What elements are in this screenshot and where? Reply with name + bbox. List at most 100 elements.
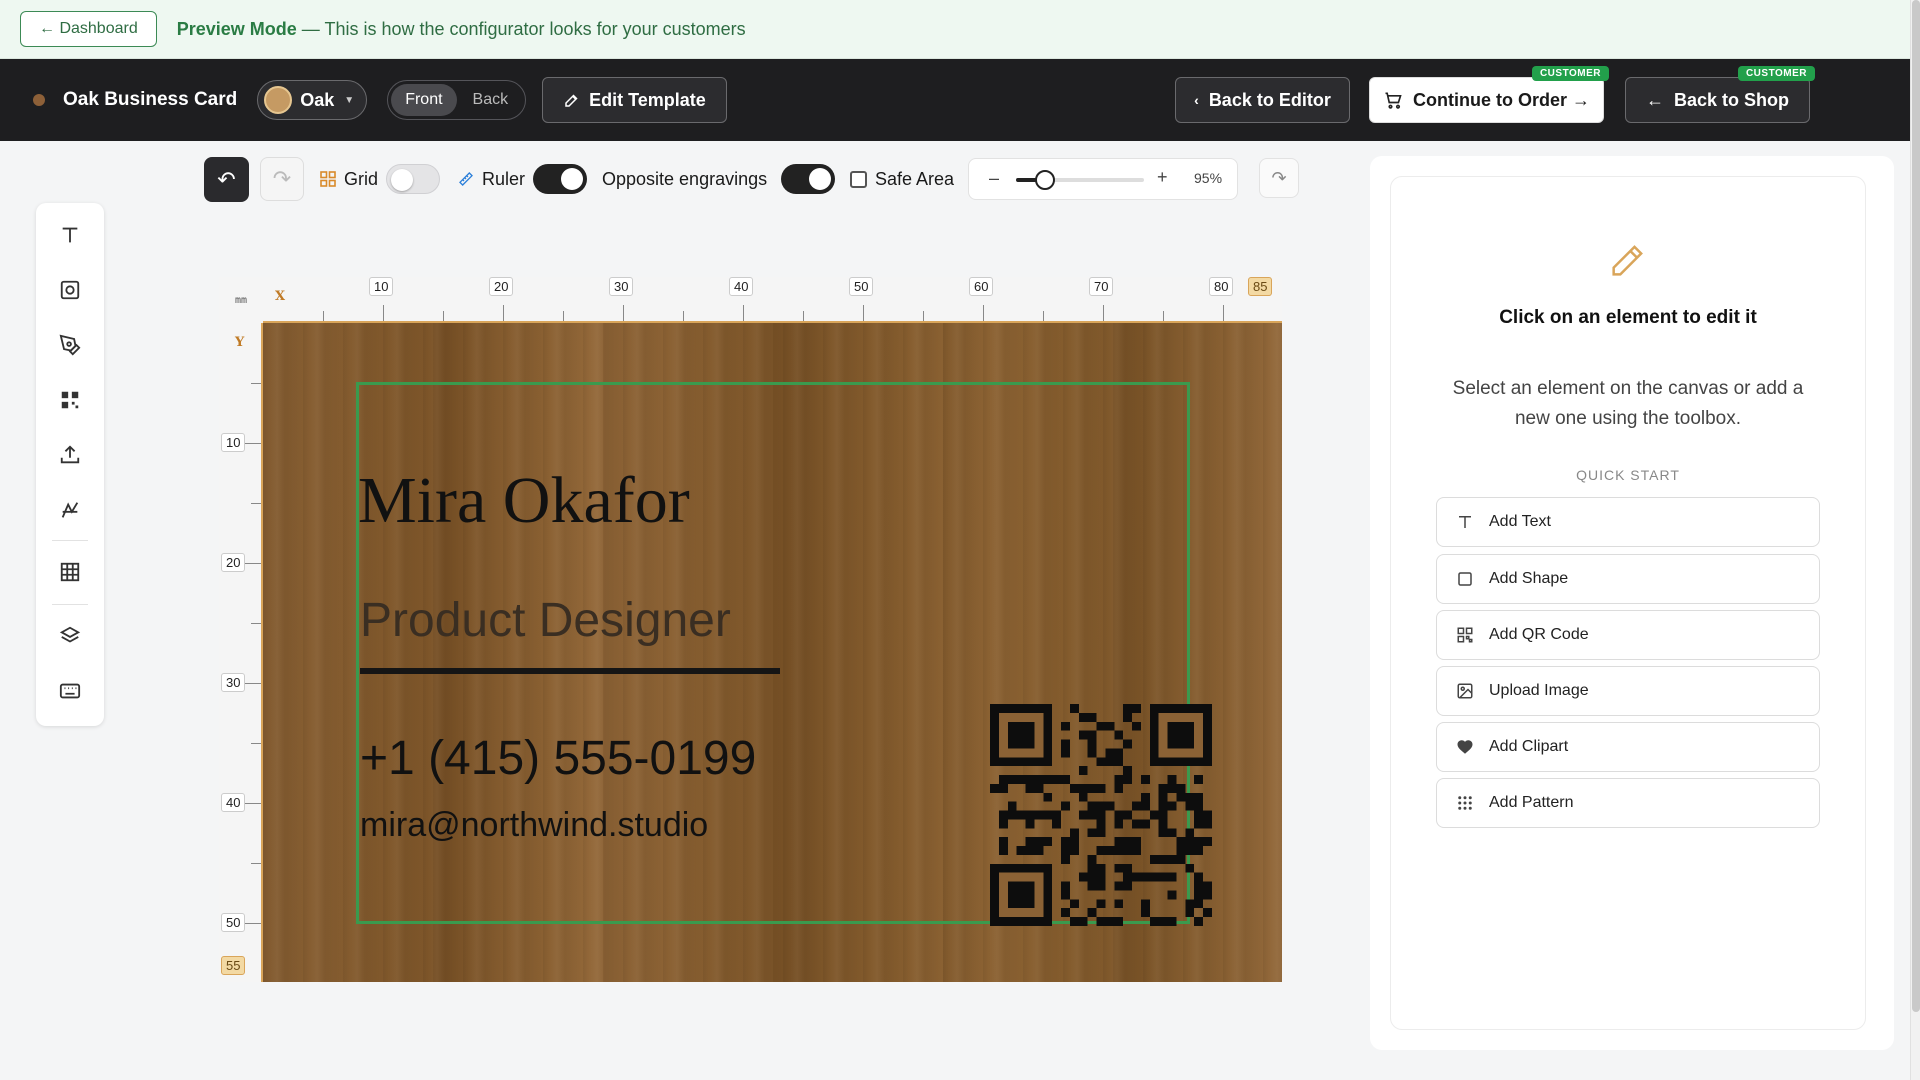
back-to-shop-button[interactable]: ← Back to Shop CUSTOMER <box>1625 66 1815 123</box>
safe-area-checkbox[interactable] <box>850 170 867 188</box>
text-icon <box>1455 512 1475 532</box>
ruler-tick <box>1163 311 1164 321</box>
opposite-engravings-switch[interactable] <box>781 164 836 194</box>
pattern-icon <box>1455 793 1475 813</box>
preview-mode-text: Preview Mode — This is how the configura… <box>177 19 746 40</box>
add-qr-code-button[interactable]: Add QR Code <box>1436 610 1820 660</box>
ruler-tick <box>443 311 444 321</box>
grid-switch[interactable] <box>386 164 441 194</box>
ruler-tick <box>251 503 261 504</box>
zoom-slider-handle[interactable] <box>1035 170 1056 190</box>
ruler-tick <box>251 743 261 744</box>
x-ruler-end-label: 85 <box>1248 277 1273 296</box>
ruler-switch[interactable] <box>533 164 588 194</box>
upload-tool[interactable] <box>50 435 90 475</box>
scrollbar-thumb[interactable] <box>1912 0 1920 1012</box>
toolbox-divider <box>52 540 88 541</box>
shape-tool-icon <box>60 280 80 300</box>
x-ruler-label: 40 <box>729 277 754 296</box>
add-clipart-button[interactable]: Add Clipart <box>1436 722 1820 772</box>
edit-icon <box>565 94 578 107</box>
zoom-in-button[interactable]: + <box>1157 167 1168 188</box>
x-ruler-label: 60 <box>969 277 994 296</box>
layers-tool-icon <box>59 626 81 643</box>
side-front-tab[interactable]: Front <box>391 84 457 116</box>
panel-title: Click on an element to edit it <box>1499 307 1757 328</box>
ruler-tick <box>383 305 384 321</box>
layers-tool[interactable] <box>50 616 90 656</box>
heart-icon <box>1455 737 1475 757</box>
add-pattern-button[interactable]: Add Pattern <box>1436 778 1820 828</box>
ruler-tick <box>245 443 261 444</box>
dashboard-button[interactable]: ← Dashboard <box>20 11 157 47</box>
qr-tool[interactable] <box>50 380 90 420</box>
y-ruler-label: 40 <box>221 793 246 812</box>
ruler-tick <box>251 623 261 624</box>
customer-badge: CUSTOMER <box>1737 66 1815 81</box>
opposite-engravings-label: Opposite engravings <box>602 168 768 189</box>
ruler-tick <box>245 803 261 804</box>
card-email-text[interactable]: mira@northwind.studio <box>360 806 708 845</box>
y-ruler-label: 30 <box>221 673 246 692</box>
clipart-tool[interactable] <box>50 490 90 530</box>
back-to-editor-button[interactable]: ‹ Back to Editor <box>1175 77 1350 123</box>
card-phone-text[interactable]: +1 (415) 555-0199 <box>360 731 756 786</box>
y-ruler-label: 50 <box>221 913 246 932</box>
editor-header: Oak Business Card Oak ▼ Front Back Edit … <box>0 59 1910 141</box>
card-role-text[interactable]: Product Designer <box>360 593 731 648</box>
design-canvas[interactable]: Mira Okafor Product Designer +1 (415) 55… <box>263 323 1282 982</box>
ruler-icon <box>459 172 473 186</box>
text-tool-icon <box>62 227 78 243</box>
ruler-toggle[interactable]: Ruler <box>458 164 588 194</box>
vertical-ruler: Y 10 20 30 40 50 55 <box>219 323 263 982</box>
x-ruler-label: 70 <box>1089 277 1114 296</box>
customer-badge: CUSTOMER <box>1531 66 1609 81</box>
grid-toggle[interactable]: Grid <box>320 164 441 194</box>
y-ruler-end-label: 55 <box>221 956 246 975</box>
zoom-value: 95% <box>1194 170 1223 186</box>
redo-button[interactable]: ↷ <box>260 157 304 201</box>
ruler-tick <box>251 863 261 864</box>
rotate-view-button[interactable]: ↷ <box>1259 158 1299 198</box>
toolbox-divider <box>52 604 88 605</box>
add-text-label: Add Text <box>1489 513 1551 530</box>
cart-icon <box>1385 92 1402 109</box>
undo-button[interactable]: ↶ <box>204 157 249 202</box>
ruler-tick <box>863 305 864 321</box>
side-back-tab[interactable]: Back <box>459 84 523 116</box>
upload-image-button[interactable]: Upload Image <box>1436 666 1820 716</box>
zoom-out-button[interactable]: – <box>989 168 999 189</box>
shape-tool[interactable] <box>50 270 90 310</box>
add-text-button[interactable]: Add Text <box>1436 497 1820 547</box>
keyboard-tool[interactable] <box>50 671 90 711</box>
material-label: Oak <box>300 89 335 110</box>
x-ruler-label: 20 <box>489 277 514 296</box>
pen-tool[interactable] <box>50 325 90 365</box>
zoom-slider[interactable] <box>1016 170 1144 190</box>
ruler-label: Ruler <box>482 168 526 189</box>
add-shape-button[interactable]: Add Shape <box>1436 554 1820 604</box>
add-clipart-label: Add Clipart <box>1489 738 1569 755</box>
ruler-tick <box>683 311 684 321</box>
panel-description: Select an element on the canvas or add a… <box>1452 378 1804 429</box>
ruler-tick <box>323 311 324 321</box>
rotate-icon: ↷ <box>1271 167 1287 188</box>
ruler-tick <box>803 311 804 321</box>
card-name-text[interactable]: Mira Okafor <box>358 463 690 539</box>
text-tool[interactable] <box>50 215 90 255</box>
side-toggle: Front Back <box>387 80 527 120</box>
continue-to-order-button[interactable]: Continue to Order → CUSTOMER <box>1369 66 1609 123</box>
grid-icon <box>320 171 336 187</box>
ruler-tick <box>1223 305 1224 321</box>
card-divider-line[interactable] <box>360 668 780 674</box>
ruler-tick <box>245 563 261 564</box>
ruler-tick <box>503 305 504 321</box>
material-selector[interactable]: Oak ▼ <box>257 80 368 120</box>
ruler-tick <box>1103 305 1104 321</box>
opposite-engravings-toggle[interactable]: Opposite engravings <box>602 164 836 194</box>
qr-code[interactable] <box>990 704 1212 926</box>
pattern-tool[interactable] <box>50 552 90 592</box>
page-scrollbar[interactable] <box>1910 0 1920 1080</box>
edit-template-button[interactable]: Edit Template <box>542 77 727 123</box>
safe-area-toggle[interactable]: Safe Area <box>850 164 954 194</box>
